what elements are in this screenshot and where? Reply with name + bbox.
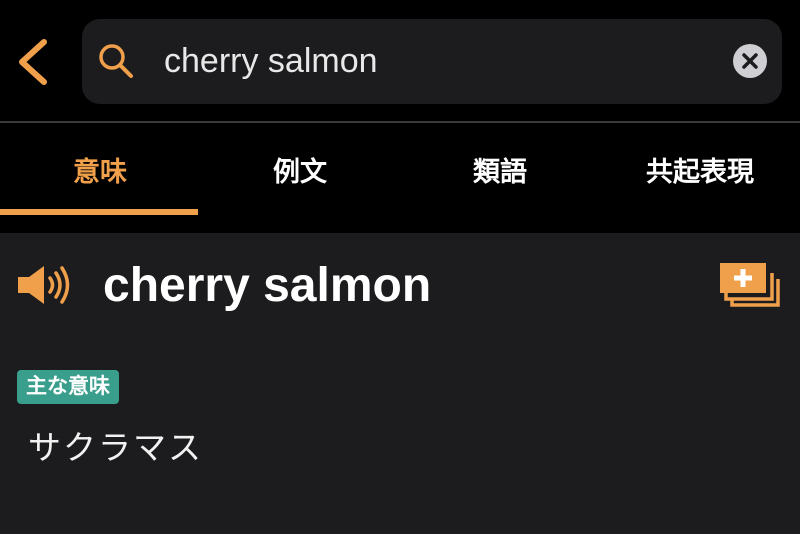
back-button[interactable]: [14, 36, 54, 88]
chevron-left-icon: [19, 39, 47, 85]
clear-search-button[interactable]: [733, 44, 767, 78]
clear-x-icon: [742, 53, 758, 69]
tab-meaning[interactable]: 意味: [0, 123, 200, 215]
pronunciation-button[interactable]: [16, 263, 72, 307]
speaker-icon: [18, 266, 70, 304]
headword-title: cherry salmon: [103, 259, 432, 312]
entry-panel: cherry salmon 主な意味 サクラマス: [0, 233, 800, 534]
tab-bar: 意味 例文 類語 共起表現: [0, 123, 800, 233]
add-flashcard-icon: [720, 263, 780, 307]
add-to-wordbook-button[interactable]: [716, 259, 782, 311]
primary-meaning-badge: 主な意味: [17, 370, 119, 404]
search-input[interactable]: [164, 37, 724, 85]
tab-examples[interactable]: 例文: [200, 123, 400, 215]
magnifier-icon: [99, 44, 133, 78]
tab-collocations[interactable]: 共起表現: [600, 123, 800, 215]
tab-synonyms[interactable]: 類語: [400, 123, 600, 215]
dictionary-app: 意味 例文 類語 共起表現 cherry salmon: [0, 0, 800, 534]
meaning-text: サクラマス: [28, 429, 203, 466]
active-tab-indicator: [0, 209, 198, 215]
search-header: [0, 0, 800, 123]
search-bar[interactable]: [82, 19, 782, 104]
